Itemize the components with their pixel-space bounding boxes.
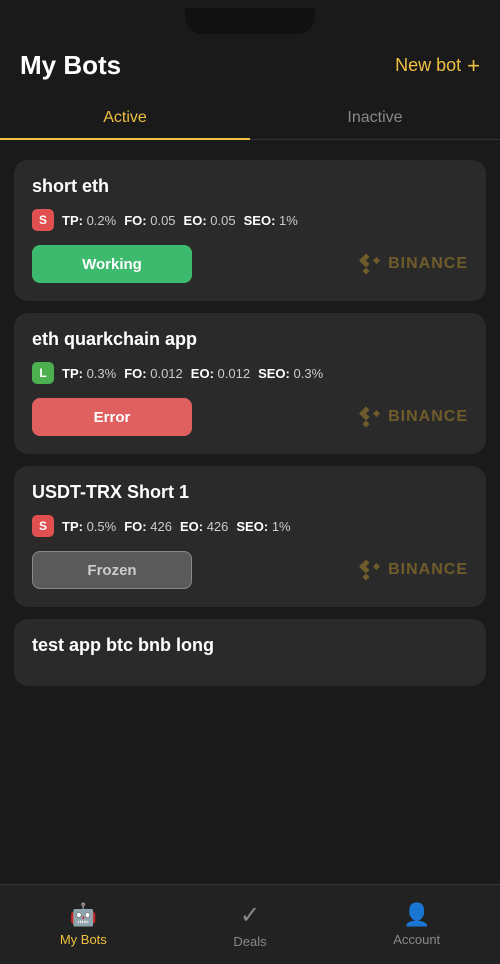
bot-status-button-2[interactable]: Error [32,398,192,436]
notch-bar [0,0,500,40]
binance-name-2: BINANCE [388,408,468,426]
bot-fo-2: FO: 0.012 [124,366,183,381]
bot-name-1: short eth [32,176,468,197]
bot-seo-1: SEO: 1% [244,213,298,228]
binance-name-3: BINANCE [388,561,468,579]
header: My Bots New bot + [0,40,500,97]
bot-fo-3: FO: 426 [124,519,172,534]
new-bot-button[interactable]: New bot + [395,53,480,79]
bot-tp-2: TP: 0.3% [62,366,116,381]
bot-footer-1: Working BINANCE [32,245,468,283]
bot-footer-2: Error BINANCE [32,398,468,436]
bot-card-4[interactable]: test app btc bnb long [14,619,486,686]
bot-card-3[interactable]: USDT-TRX Short 1 S TP: 0.5% FO: 426 EO: … [14,466,486,607]
bot-tp-3: TP: 0.5% [62,519,116,534]
bot-fo-1: FO: 0.05 [124,213,175,228]
binance-logo-3: BINANCE [352,556,468,584]
bot-seo-3: SEO: 1% [236,519,290,534]
tabs-bar: Active Inactive [0,97,500,140]
bot-status-button-1[interactable]: Working [32,245,192,283]
nav-deals-label: Deals [233,934,266,949]
check-icon: ✓ [240,901,260,930]
bot-type-badge-2: L [32,362,54,384]
tab-inactive[interactable]: Inactive [250,97,500,139]
notch [185,8,315,34]
tab-active[interactable]: Active [0,97,250,139]
binance-logo-1: BINANCE [352,250,468,278]
person-icon: 👤 [403,902,430,928]
bot-name-4: test app btc bnb long [32,635,468,656]
new-bot-label: New bot [395,55,461,76]
bot-card-2[interactable]: eth quarkchain app L TP: 0.3% FO: 0.012 … [14,313,486,454]
bot-params-3: S TP: 0.5% FO: 426 EO: 426 SEO: 1% [32,515,468,537]
bot-status-button-3[interactable]: Frozen [32,551,192,589]
nav-deals[interactable]: ✓ Deals [167,893,334,957]
plus-icon: + [467,53,480,79]
bot-type-badge-1: S [32,209,54,231]
binance-logo-2: BINANCE [352,403,468,431]
bot-params-2: L TP: 0.3% FO: 0.012 EO: 0.012 SEO: 0.3% [32,362,468,384]
bot-params-1: S TP: 0.2% FO: 0.05 EO: 0.05 SEO: 1% [32,209,468,231]
bot-tp-1: TP: 0.2% [62,213,116,228]
bot-name-2: eth quarkchain app [32,329,468,350]
bot-eo-3: EO: 426 [180,519,228,534]
page-title: My Bots [20,50,121,81]
bottom-nav: 🤖 My Bots ✓ Deals 👤 Account [0,884,500,964]
robot-icon: 🤖 [70,902,97,928]
bot-card-1[interactable]: short eth S TP: 0.2% FO: 0.05 EO: 0.05 S… [14,160,486,301]
bot-type-badge-3: S [32,515,54,537]
nav-account-label: Account [393,932,440,947]
bot-eo-1: EO: 0.05 [184,213,236,228]
nav-account[interactable]: 👤 Account [333,894,500,955]
bot-eo-2: EO: 0.012 [191,366,250,381]
nav-my-bots-label: My Bots [60,932,107,947]
bot-name-3: USDT-TRX Short 1 [32,482,468,503]
bot-seo-2: SEO: 0.3% [258,366,323,381]
binance-name-1: BINANCE [388,255,468,273]
bots-list: short eth S TP: 0.2% FO: 0.05 EO: 0.05 S… [0,152,500,776]
nav-my-bots[interactable]: 🤖 My Bots [0,894,167,955]
bot-footer-3: Frozen BINANCE [32,551,468,589]
